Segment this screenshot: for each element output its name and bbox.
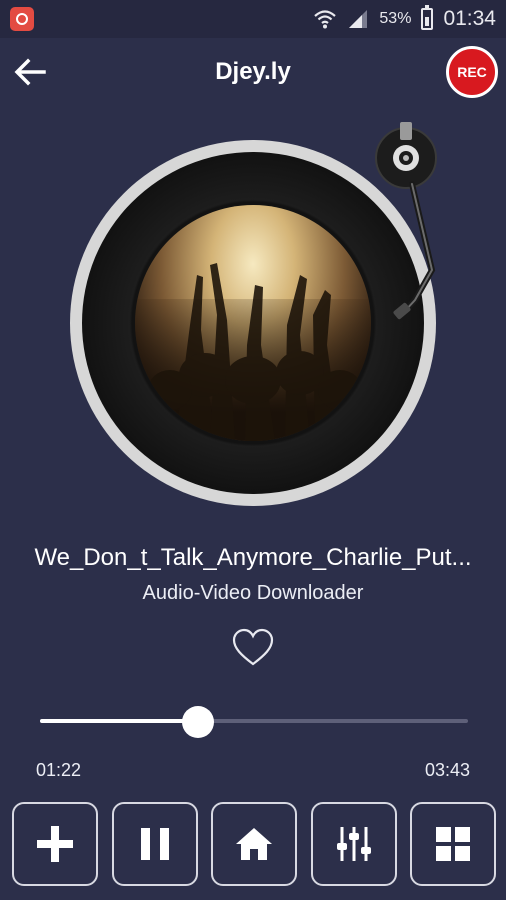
favorite-heart-icon[interactable]: [231, 626, 275, 670]
album-art: [135, 205, 371, 441]
pause-button[interactable]: [111, 802, 198, 886]
pause-icon: [140, 828, 169, 860]
record-button[interactable]: REC: [446, 46, 498, 98]
app-title: Djey.ly: [215, 58, 291, 85]
seek-thumb[interactable]: [182, 706, 215, 738]
equalizer-button[interactable]: [310, 802, 397, 886]
add-icon: [37, 826, 73, 862]
add-button[interactable]: [12, 802, 98, 886]
crowd-silhouette: [148, 263, 362, 441]
home-icon: [236, 828, 272, 860]
track-subtitle: Audio-Video Downloader: [142, 582, 364, 604]
grid-icon: [436, 827, 470, 861]
signal-icon: [349, 10, 368, 28]
status-bar: 53% 01:34: [0, 0, 506, 38]
battery-percent: 53%: [379, 10, 412, 27]
battery-icon: [421, 5, 434, 30]
seek-bar[interactable]: [40, 706, 468, 738]
menu-grid-button[interactable]: [410, 802, 496, 886]
clock: 01:34: [443, 7, 496, 30]
app-bar: Djey.ly REC: [0, 38, 506, 108]
notification-app-icon: [10, 7, 34, 31]
tonearm-icon: [375, 122, 437, 320]
current-time: 01:22: [36, 760, 82, 780]
home-button[interactable]: [211, 802, 297, 886]
seek-progress: [40, 719, 199, 723]
status-indicators: 53% 01:34: [313, 0, 496, 38]
wifi-icon: [314, 10, 337, 29]
equalizer-icon: [336, 827, 371, 861]
control-bar: [12, 802, 496, 890]
track-title: We_Don_t_Talk_Anymore_Charlie_Put...: [34, 544, 472, 571]
total-time: 03:43: [424, 760, 470, 780]
